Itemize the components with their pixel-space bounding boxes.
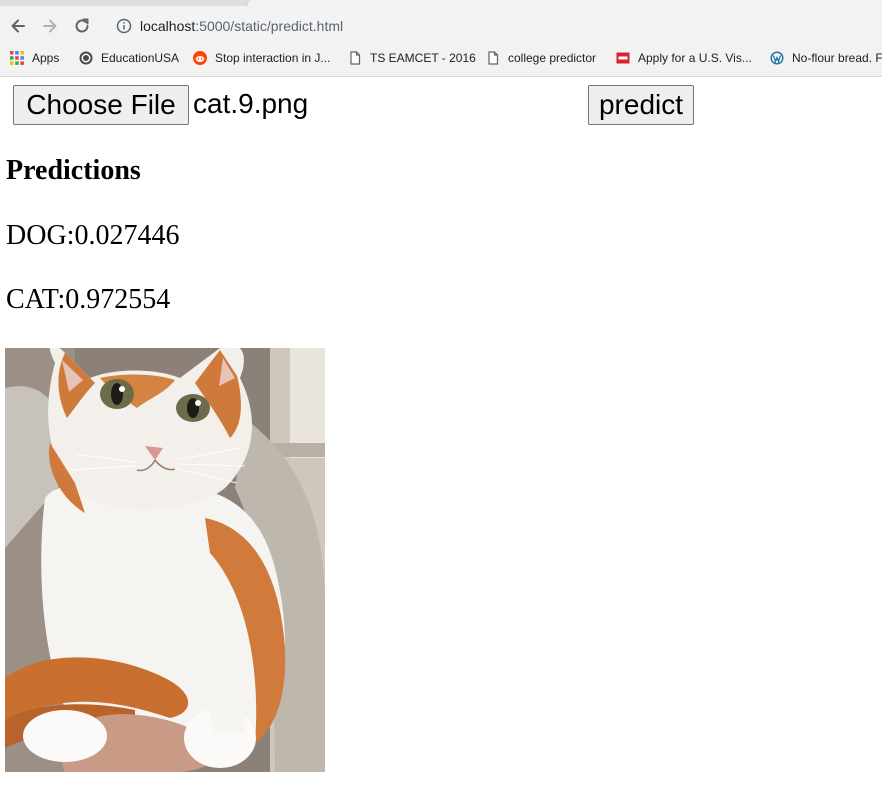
page-icon bbox=[350, 51, 361, 65]
url-host: localhost bbox=[140, 18, 196, 34]
back-arrow-icon bbox=[11, 19, 25, 33]
url-path: :5000/static/predict.html bbox=[195, 18, 344, 34]
bookmark-apply-us-visa[interactable]: Apply for a U.S. Vis... bbox=[616, 48, 752, 68]
bookmark-label: EducationUSA bbox=[101, 51, 180, 65]
bookmark-label: Apps bbox=[32, 51, 60, 65]
predict-button[interactable]: predict bbox=[588, 85, 694, 125]
url-text: localhost:5000/static/predict.html bbox=[140, 18, 343, 34]
bookmark-label: Apply for a U.S. Vis... bbox=[638, 51, 752, 65]
bookmark-stop-interaction[interactable]: Stop interaction in J... bbox=[193, 48, 330, 68]
bookmark-no-flour-bread[interactable]: No-flour bread. F bbox=[770, 48, 882, 68]
apps-grid-icon bbox=[10, 51, 24, 65]
bookmark-label: college predictor bbox=[508, 51, 597, 65]
page-icon bbox=[488, 51, 499, 65]
bookmark-label: Stop interaction in J... bbox=[215, 51, 331, 65]
cat-prediction: CAT:0.972554 bbox=[6, 284, 171, 315]
bookmark-label: TS EAMCET - 2016 bbox=[370, 51, 476, 65]
page-content: Choose File cat.9.png predict Prediction… bbox=[0, 77, 882, 812]
seal-icon bbox=[79, 51, 93, 65]
reload-icon bbox=[75, 18, 89, 33]
active-tab-edge bbox=[246, 0, 882, 6]
selected-file-name: cat.9.png bbox=[193, 88, 309, 119]
choose-file-button[interactable]: Choose File bbox=[13, 85, 189, 125]
uploaded-cat-image bbox=[5, 348, 325, 772]
info-icon[interactable] bbox=[116, 18, 132, 34]
predictions-heading: Predictions bbox=[6, 155, 141, 186]
bookmarks-bar: Apps EducationUSA Stop interaction in J.… bbox=[0, 46, 882, 70]
browser-chrome: localhost:5000/static/predict.html Apps … bbox=[0, 0, 882, 77]
wordpress-icon bbox=[770, 51, 784, 65]
tab-strip bbox=[0, 0, 882, 6]
bookmark-label: No-flour bread. F bbox=[792, 51, 882, 65]
address-bar[interactable]: localhost:5000/static/predict.html bbox=[104, 11, 882, 41]
cgi-icon bbox=[616, 52, 630, 64]
dog-prediction: DOG:0.027446 bbox=[6, 220, 180, 251]
bookmark-college-predictor[interactable]: college predictor bbox=[486, 48, 596, 68]
bookmark-educationusa[interactable]: EducationUSA bbox=[79, 48, 179, 68]
forward-button[interactable] bbox=[38, 14, 62, 38]
bookmark-ts-eamcet[interactable]: TS EAMCET - 2016 bbox=[348, 48, 476, 68]
back-button[interactable] bbox=[6, 14, 30, 38]
forward-arrow-icon bbox=[43, 19, 57, 33]
cat-photo bbox=[5, 348, 325, 772]
reddit-icon bbox=[193, 51, 207, 65]
bookmark-apps[interactable]: Apps bbox=[10, 48, 59, 68]
reload-button[interactable] bbox=[70, 14, 94, 38]
